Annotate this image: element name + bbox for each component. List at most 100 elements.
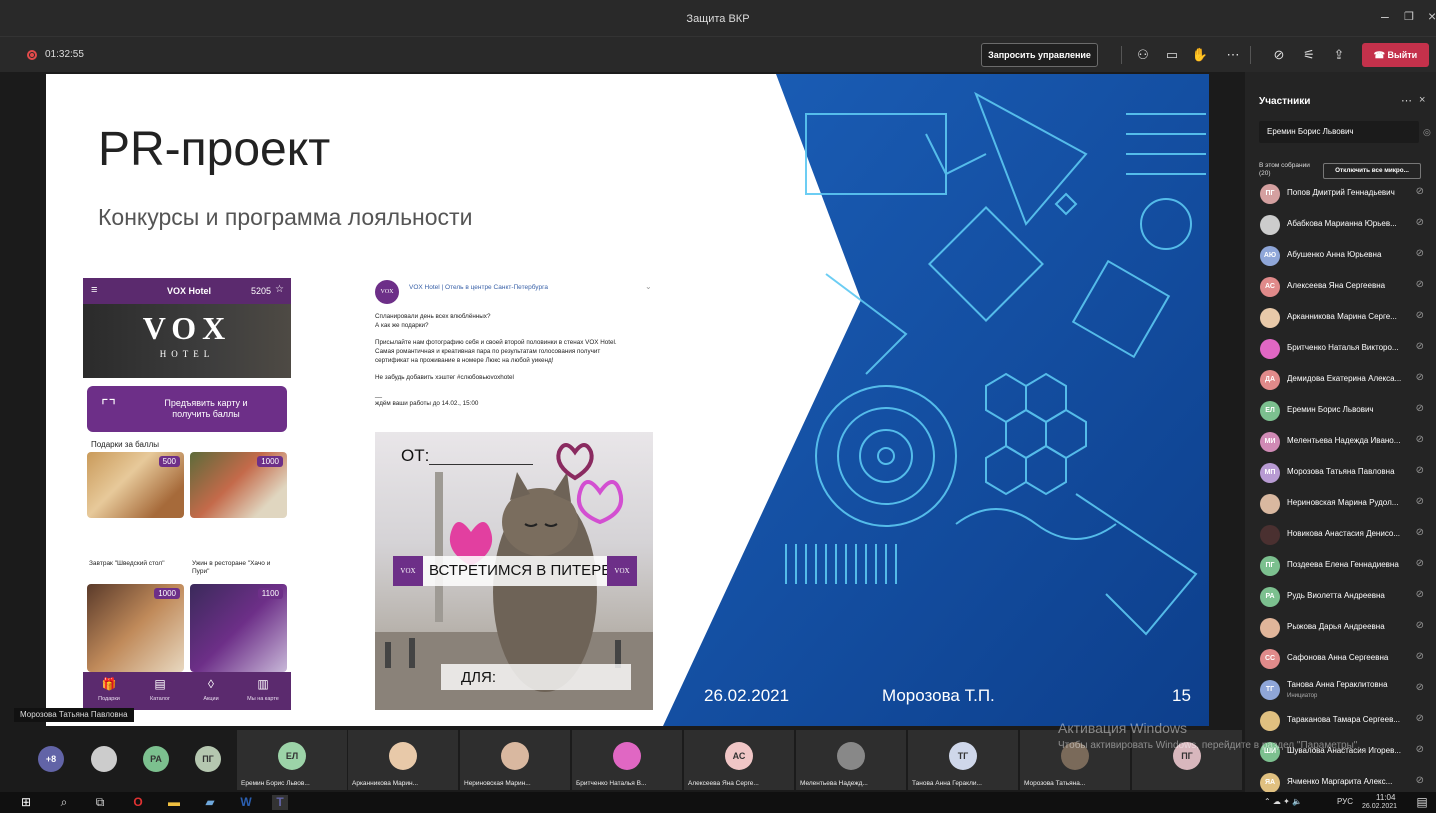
participant-row[interactable]: ПГ Попов Дмитрий Геннадьевич ⊘: [1245, 179, 1436, 209]
participant-row[interactable]: Арканникова Марина Серге... ⊘: [1245, 303, 1436, 333]
participant-avatar: МИ: [1260, 432, 1280, 452]
mic-off-icon[interactable]: ⚟: [1300, 46, 1318, 64]
participant-name: Бритченко Наталья Викторо...: [1287, 343, 1399, 352]
participant-row[interactable]: МИ Мелентьева Надежда Ивано... ⊘: [1245, 427, 1436, 457]
participants-icon[interactable]: ⚇: [1134, 46, 1152, 64]
app-bottom-nav: 🎁 Подарки ▤ Каталог ◊ Акции ▥ Мы на карт…: [83, 672, 291, 710]
mic-muted-icon: ⊘: [1415, 496, 1424, 507]
participant-row[interactable]: Нериновская Марина Рудол... ⊘: [1245, 489, 1436, 519]
participants-panel: Участники ⋯ × Еремин Борис Львович ◎ В э…: [1245, 72, 1436, 792]
participant-row[interactable]: ДА Демидова Екатерина Алекса... ⊘: [1245, 365, 1436, 395]
participant-row[interactable]: Новикова Анастасия Денисо... ⊘: [1245, 520, 1436, 550]
mic-muted-icon: ⊘: [1415, 713, 1424, 724]
gifts-title: Подарки за баллы: [91, 440, 160, 449]
request-control-button[interactable]: Запросить управление: [981, 43, 1098, 67]
teams-icon[interactable]: T: [272, 795, 288, 810]
opera-icon[interactable]: O: [130, 795, 146, 810]
app-banner: VOX HOTEL: [83, 304, 291, 378]
participant-tile[interactable]: ТГ Танова Анна Геракли...: [908, 730, 1018, 790]
participant-tile[interactable]: Арканникова Марин...: [348, 730, 458, 790]
recording-icon: [27, 50, 37, 60]
recording-timer: 01:32:55: [45, 49, 84, 60]
participant-tile[interactable]: Мелентьева Надежд...: [796, 730, 906, 790]
share-screen-icon[interactable]: ⇪: [1330, 46, 1348, 64]
participant-tile-name: Бритченко Наталья В...: [576, 780, 647, 787]
chat-icon[interactable]: ▭: [1163, 46, 1181, 64]
participant-name: Рудь Виолетта Андреевна: [1287, 591, 1385, 600]
leave-button[interactable]: ☎ Выйти: [1362, 43, 1429, 67]
participant-row[interactable]: МП Морозова Татьяна Павловна ⊘: [1245, 458, 1436, 488]
drop-icon: ◊: [208, 677, 214, 691]
language-indicator[interactable]: РУС: [1337, 797, 1353, 806]
participant-search-input[interactable]: Еремин Борис Львович: [1259, 121, 1419, 143]
mic-muted-icon: ⊘: [1415, 372, 1424, 383]
clock-date[interactable]: 26.02.2021: [1362, 803, 1397, 810]
participant-name: Еремин Борис Львович: [1287, 405, 1374, 414]
participant-tile-name: Еремин Борис Львов...: [241, 780, 310, 787]
search-icon[interactable]: ⌕: [56, 795, 72, 810]
participant-tile-name: Арканникова Марин...: [352, 780, 419, 787]
participant-row[interactable]: ТГ Танова Анна Гераклитовна Инициатор ⊘: [1245, 675, 1436, 705]
vox-mini-logo: VOX: [393, 556, 423, 586]
participant-name: Абабкова Марианна Юрьев...: [1287, 219, 1397, 228]
camera-off-icon[interactable]: ⊘: [1270, 46, 1288, 64]
participant-row[interactable]: Абабкова Марианна Юрьев... ⊘: [1245, 210, 1436, 240]
mic-muted-icon: ⊘: [1415, 465, 1424, 476]
file-explorer-icon[interactable]: ▬: [166, 795, 182, 810]
participant-row[interactable]: ЯА Ячменко Маргарита Алекс... ⊘: [1245, 768, 1436, 792]
participant-row[interactable]: АЮ Абушенко Анна Юрьевна ⊘: [1245, 241, 1436, 271]
mic-muted-icon: ⊘: [1415, 527, 1424, 538]
participant-avatar[interactable]: ПГ: [195, 746, 221, 772]
participant-avatar: [1260, 308, 1280, 328]
participant-avatar: ТГ: [1260, 680, 1280, 700]
clock-time[interactable]: 11:04: [1376, 793, 1395, 802]
participant-row[interactable]: ЕЛ Еремин Борис Львович ⊘: [1245, 396, 1436, 426]
more-options-icon[interactable]: ⋯: [1401, 94, 1412, 107]
participant-tile[interactable]: ПГ: [1132, 730, 1242, 790]
word-icon[interactable]: W: [238, 795, 254, 810]
participant-row[interactable]: Тараканова Тамара Сергеев... ⊘: [1245, 706, 1436, 736]
slide-author: Морозова Т.П.: [882, 686, 995, 705]
network-app-icon[interactable]: ▰: [202, 795, 218, 810]
participant-avatar[interactable]: [91, 746, 117, 772]
raise-hand-icon[interactable]: ✋: [1191, 46, 1209, 64]
notifications-icon[interactable]: ▤: [1414, 795, 1430, 810]
maximize-icon[interactable]: ❐: [1404, 10, 1414, 23]
participant-name: Рыжова Дарья Андреевна: [1287, 622, 1385, 631]
task-view-icon[interactable]: ⧉: [92, 795, 108, 810]
participant-row[interactable]: Рыжова Дарья Андреевна ⊘: [1245, 613, 1436, 643]
participant-avatar: ЯА: [1260, 773, 1280, 792]
participant-avatar: МП: [1260, 463, 1280, 483]
participant-row[interactable]: АС Алексеева Яна Сергеевна ⊘: [1245, 272, 1436, 302]
present-card-button: ⌜⌝ Предъявить карту и получить баллы: [87, 386, 287, 432]
participant-tile-name: Нериновская Марин...: [464, 780, 531, 787]
more-participants-badge[interactable]: +8: [38, 746, 64, 772]
participant-tile[interactable]: Бритченко Наталья В...: [572, 730, 682, 790]
in-meeting-section[interactable]: В этом собрании (20): [1259, 162, 1319, 178]
participant-tile[interactable]: ЕЛ Еремин Борис Львов...: [237, 730, 347, 790]
eye-icon[interactable]: ◎: [1423, 127, 1431, 138]
participant-avatar: [1260, 618, 1280, 638]
participant-tile[interactable]: Нериновская Марин...: [460, 730, 570, 790]
minimize-icon[interactable]: –: [1381, 8, 1389, 24]
close-icon[interactable]: ×: [1428, 8, 1436, 24]
participant-row[interactable]: ПГ Поздеева Елена Геннадиевна ⊘: [1245, 551, 1436, 581]
participant-tile[interactable]: АС Алексеева Яна Серге...: [684, 730, 794, 790]
slide-date: 26.02.2021: [704, 686, 790, 705]
close-panel-icon[interactable]: ×: [1419, 94, 1425, 106]
mute-all-button[interactable]: Отключить все микро...: [1323, 163, 1421, 179]
participant-name: Арканникова Марина Серге...: [1287, 312, 1397, 321]
participant-avatar: ДА: [1260, 370, 1280, 390]
mic-muted-icon: ⊘: [1415, 558, 1424, 569]
participant-row[interactable]: РА Рудь Виолетта Андреевна ⊘: [1245, 582, 1436, 612]
tray-icons[interactable]: ⌃ ☁ ✦ 🔈: [1264, 797, 1302, 806]
post-banner: VOX ВСТРЕТИМСЯ В ПИТЕРЕ VOX: [393, 556, 637, 586]
windows-start-icon[interactable]: ⊞: [18, 795, 34, 810]
mic-muted-icon: ⊘: [1415, 651, 1424, 662]
participant-row[interactable]: СС Сафонова Анна Сергеевна ⊘: [1245, 644, 1436, 674]
participant-avatar[interactable]: РА: [143, 746, 169, 772]
more-actions-icon[interactable]: ⋯: [1224, 46, 1242, 64]
participant-name: Демидова Екатерина Алекса...: [1287, 374, 1402, 383]
participant-tile[interactable]: Морозова Татьяна...: [1020, 730, 1130, 790]
participant-row[interactable]: Бритченко Наталья Викторо... ⊘: [1245, 334, 1436, 364]
